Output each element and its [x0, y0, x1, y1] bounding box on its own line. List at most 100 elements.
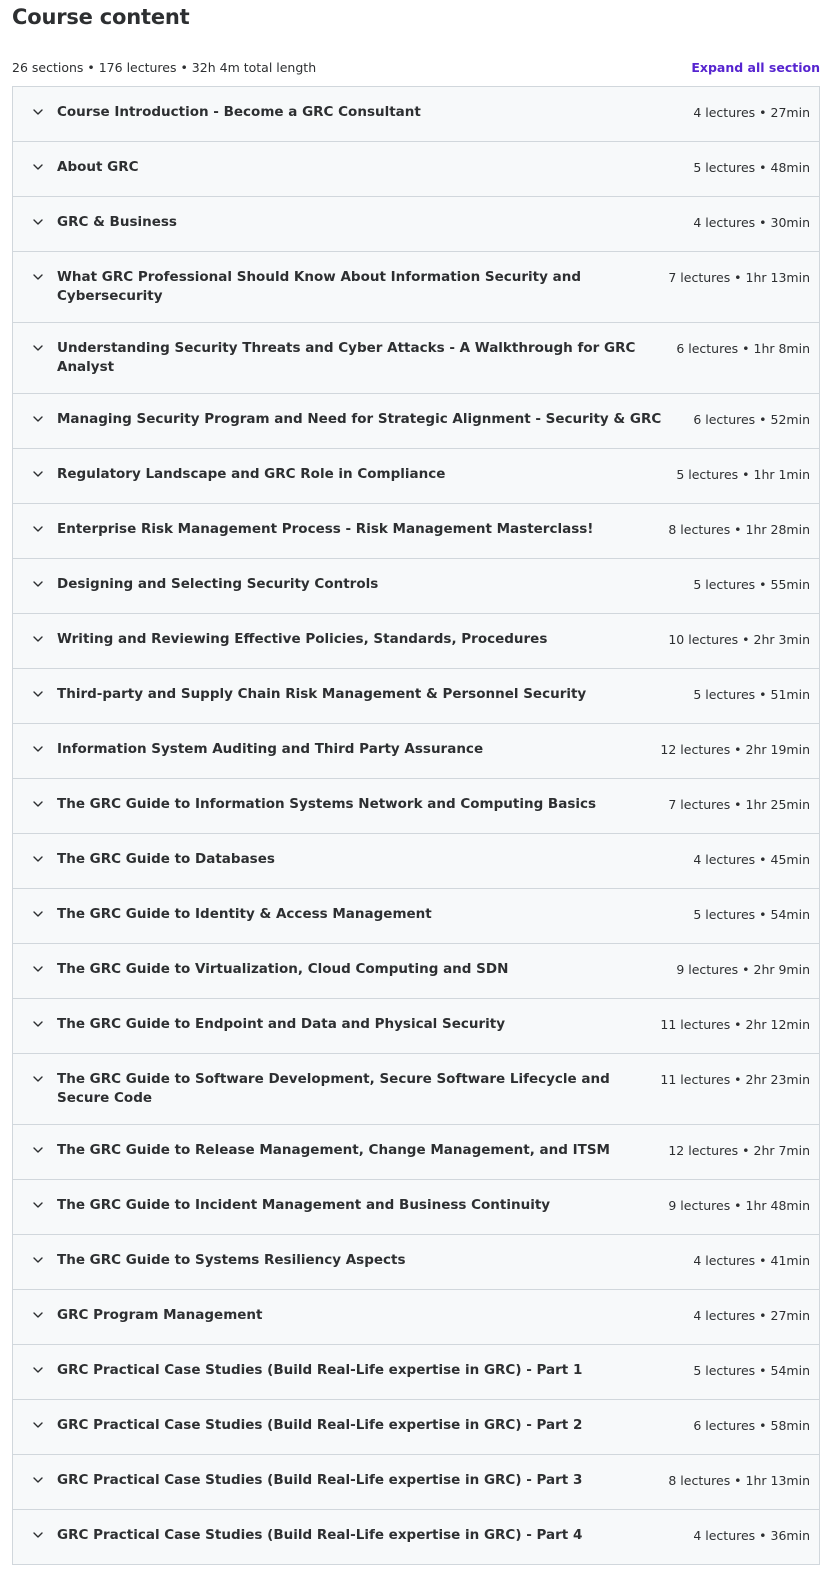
chevron-down-icon[interactable] — [32, 342, 44, 354]
section-title: GRC Practical Case Studies (Build Real-L… — [57, 1417, 583, 1433]
section-row[interactable]: Enterprise Risk Management Process - Ris… — [13, 504, 819, 559]
chevron-down-icon[interactable] — [32, 1474, 44, 1486]
chevron-down-icon[interactable] — [32, 1364, 44, 1376]
section-row[interactable]: Managing Security Program and Need for S… — [13, 394, 819, 449]
section-lecture-count: 5 lectures • 55min — [693, 577, 810, 592]
section-row[interactable]: Designing and Selecting Security Control… — [13, 559, 819, 614]
chevron-down-icon[interactable] — [32, 743, 44, 755]
section-lecture-count: 6 lectures • 58min — [693, 1418, 810, 1433]
section-lecture-count: 6 lectures • 1hr 8min — [676, 341, 810, 356]
chevron-down-icon[interactable] — [32, 413, 44, 425]
section-row[interactable]: GRC Practical Case Studies (Build Real-L… — [13, 1400, 819, 1455]
section-row[interactable]: GRC Practical Case Studies (Build Real-L… — [13, 1455, 819, 1510]
section-row[interactable]: The GRC Guide to Virtualization, Cloud C… — [13, 944, 819, 999]
chevron-down-icon[interactable] — [32, 523, 44, 535]
section-lecture-count: 4 lectures • 41min — [693, 1253, 810, 1268]
section-row[interactable]: Writing and Reviewing Effective Policies… — [13, 614, 819, 669]
section-title: GRC & Business — [57, 214, 177, 230]
chevron-down-icon[interactable] — [32, 908, 44, 920]
course-content-panel: Course content 26 sections • 176 lecture… — [0, 0, 820, 1565]
section-lecture-count: 11 lectures • 2hr 12min — [660, 1017, 810, 1032]
section-row[interactable]: What GRC Professional Should Know About … — [13, 252, 819, 323]
chevron-down-icon[interactable] — [32, 1199, 44, 1211]
section-row[interactable]: The GRC Guide to Databases 4 lectures • 4… — [13, 834, 819, 889]
chevron-down-icon[interactable] — [32, 963, 44, 975]
section-row[interactable]: GRC Practical Case Studies (Build Real-L… — [13, 1510, 819, 1565]
section-row[interactable]: GRC & Business 4 lectures • 30min — [13, 197, 819, 252]
section-row[interactable]: About GRC 5 lectures • 48min — [13, 142, 819, 197]
chevron-down-icon[interactable] — [32, 161, 44, 173]
section-row[interactable]: The GRC Guide to Incident Management and… — [13, 1180, 819, 1235]
section-title: GRC Practical Case Studies (Build Real-L… — [57, 1527, 583, 1543]
section-row[interactable]: The GRC Guide to Information Systems Net… — [13, 779, 819, 834]
section-lecture-count: 5 lectures • 1hr 1min — [676, 467, 810, 482]
sections-accordion: Course Introduction - Become a GRC Consu… — [12, 86, 820, 1565]
chevron-down-icon[interactable] — [32, 578, 44, 590]
section-title: The GRC Guide to Databases — [57, 851, 275, 867]
section-lecture-count: 5 lectures • 48min — [693, 160, 810, 175]
section-row[interactable]: GRC Program Management 4 lectures • 27min — [13, 1290, 819, 1345]
chevron-down-icon[interactable] — [32, 1073, 44, 1085]
section-row[interactable]: The GRC Guide to Endpoint and Data and P… — [13, 999, 819, 1054]
section-title: The GRC Guide to Software Development, S… — [57, 1071, 610, 1106]
section-lecture-count: 4 lectures • 36min — [693, 1528, 810, 1543]
chevron-down-icon[interactable] — [32, 1018, 44, 1030]
section-row[interactable]: Regulatory Landscape and GRC Role in Com… — [13, 449, 819, 504]
section-row[interactable]: The GRC Guide to Identity & Access Manag… — [13, 889, 819, 944]
section-lecture-count: 8 lectures • 1hr 13min — [668, 1473, 810, 1488]
section-title: GRC Practical Case Studies (Build Real-L… — [57, 1472, 583, 1488]
section-lecture-count: 9 lectures • 2hr 9min — [676, 962, 810, 977]
section-title: Writing and Reviewing Effective Policies… — [57, 631, 548, 647]
section-title: Regulatory Landscape and GRC Role in Com… — [57, 466, 446, 482]
section-row[interactable]: Third-party and Supply Chain Risk Manage… — [13, 669, 819, 724]
section-lecture-count: 7 lectures • 1hr 13min — [668, 270, 810, 285]
expand-all-button[interactable]: Expand all section — [691, 60, 820, 75]
section-title: Information System Auditing and Third Pa… — [57, 741, 484, 757]
chevron-down-icon[interactable] — [32, 1529, 44, 1541]
section-lecture-count: 8 lectures • 1hr 28min — [668, 522, 810, 537]
section-lecture-count: 10 lectures • 2hr 3min — [668, 632, 810, 647]
chevron-down-icon[interactable] — [32, 688, 44, 700]
section-lecture-count: 6 lectures • 52min — [693, 412, 810, 427]
section-title: Third-party and Supply Chain Risk Manage… — [57, 686, 587, 702]
section-title: Designing and Selecting Security Control… — [57, 576, 379, 592]
section-title: The GRC Guide to Incident Management and… — [57, 1197, 551, 1213]
section-lecture-count: 4 lectures • 45min — [693, 852, 810, 867]
chevron-down-icon[interactable] — [32, 853, 44, 865]
section-row[interactable]: The GRC Guide to Software Development, S… — [13, 1054, 819, 1125]
section-title: What GRC Professional Should Know About … — [57, 269, 582, 304]
section-title: About GRC — [57, 159, 139, 175]
chevron-down-icon[interactable] — [32, 1144, 44, 1156]
section-title: The GRC Guide to Systems Resiliency Aspe… — [57, 1252, 406, 1268]
section-title: The GRC Guide to Release Management, Cha… — [57, 1142, 610, 1158]
section-lecture-count: 7 lectures • 1hr 25min — [668, 797, 810, 812]
section-lecture-count: 9 lectures • 1hr 48min — [668, 1198, 810, 1213]
section-lecture-count: 4 lectures • 30min — [693, 215, 810, 230]
chevron-down-icon[interactable] — [32, 633, 44, 645]
section-row[interactable]: The GRC Guide to Release Management, Cha… — [13, 1125, 819, 1180]
section-row[interactable]: GRC Practical Case Studies (Build Real-L… — [13, 1345, 819, 1400]
section-lecture-count: 5 lectures • 54min — [693, 907, 810, 922]
section-title: GRC Program Management — [57, 1307, 263, 1323]
section-lecture-count: 4 lectures • 27min — [693, 1308, 810, 1323]
chevron-down-icon[interactable] — [32, 1309, 44, 1321]
chevron-down-icon[interactable] — [32, 216, 44, 228]
section-title: GRC Practical Case Studies (Build Real-L… — [57, 1362, 583, 1378]
section-title: Course Introduction - Become a GRC Consu… — [57, 104, 421, 120]
chevron-down-icon[interactable] — [32, 1419, 44, 1431]
course-summary: 26 sections • 176 lectures • 32h 4m tota… — [12, 59, 317, 75]
section-row[interactable]: Understanding Security Threats and Cyber… — [13, 323, 819, 394]
section-lecture-count: 4 lectures • 27min — [693, 105, 810, 120]
section-title: The GRC Guide to Information Systems Net… — [57, 796, 597, 812]
section-row[interactable]: Course Introduction - Become a GRC Consu… — [13, 87, 819, 142]
section-lecture-count: 11 lectures • 2hr 23min — [660, 1072, 810, 1087]
chevron-down-icon[interactable] — [32, 1254, 44, 1266]
section-title: Understanding Security Threats and Cyber… — [57, 340, 636, 375]
chevron-down-icon[interactable] — [32, 468, 44, 480]
chevron-down-icon[interactable] — [32, 106, 44, 118]
chevron-down-icon[interactable] — [32, 271, 44, 283]
section-row[interactable]: Information System Auditing and Third Pa… — [13, 724, 819, 779]
section-row[interactable]: The GRC Guide to Systems Resiliency Aspe… — [13, 1235, 819, 1290]
chevron-down-icon[interactable] — [32, 798, 44, 810]
course-summary-bar: 26 sections • 176 lectures • 32h 4m tota… — [12, 55, 820, 79]
